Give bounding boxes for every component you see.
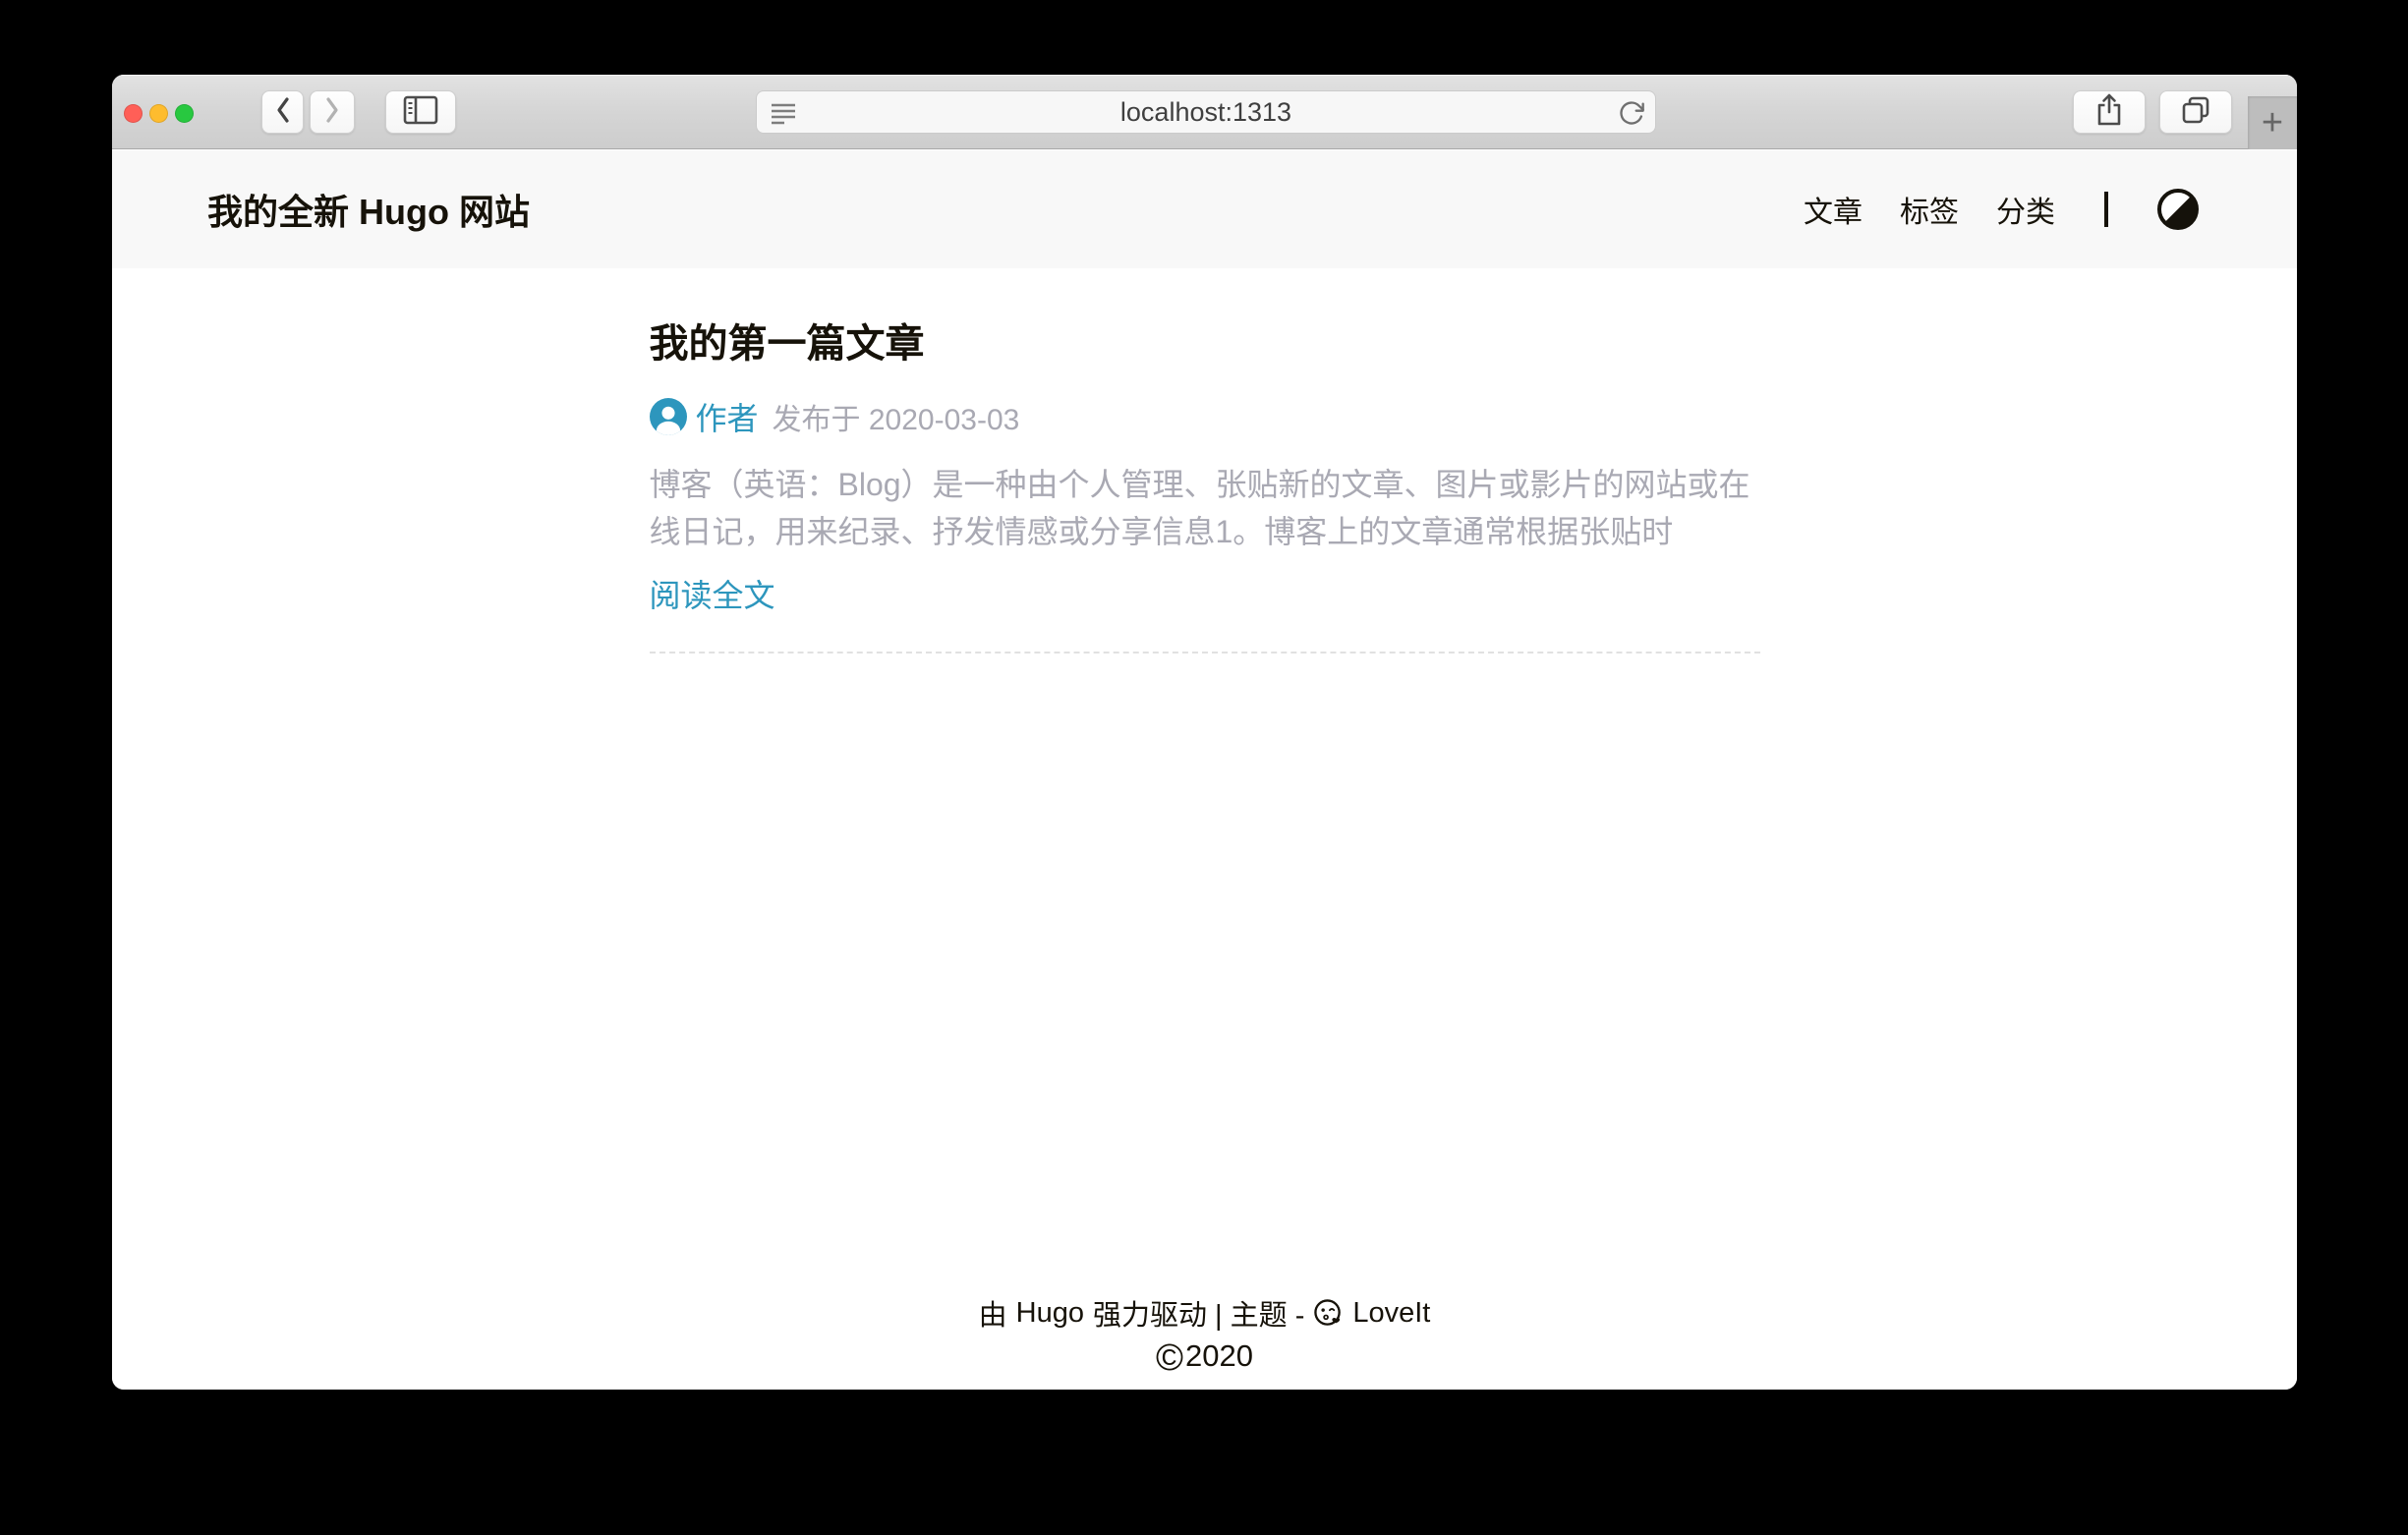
new-tab-button[interactable]: + [2248, 96, 2297, 149]
chevron-right-icon [321, 95, 343, 130]
footer-text-middle: 强力驱动 | 主题 - [1093, 1292, 1304, 1334]
browser-window: localhost:1313 [112, 75, 2297, 1390]
read-more-link[interactable]: 阅读全文 [650, 571, 775, 616]
forward-button[interactable] [310, 90, 355, 134]
address-bar[interactable]: localhost:1313 [756, 90, 1656, 134]
close-window-button[interactable] [124, 104, 143, 123]
minimize-window-button[interactable] [149, 104, 168, 123]
post-summary-card: 我的第一篇文章 [650, 312, 1760, 654]
post-divider [650, 652, 1760, 654]
post-meta: 作者 发布于 2020-03-03 [650, 394, 1760, 439]
plus-icon: + [2262, 102, 2283, 144]
main-content: 我的第一篇文章 [650, 268, 1760, 654]
chevron-left-icon [272, 95, 294, 130]
post-date: 发布于 2020-03-03 [773, 395, 1020, 438]
tabs-icon [2180, 94, 2211, 131]
footer-copyright-line: ©2020 [112, 1337, 2297, 1380]
reload-icon[interactable] [1618, 99, 1645, 127]
footer-text-prefix: 由 [979, 1292, 1007, 1334]
site-footer: 由 Hugo 强力驱动 | 主题 - LoveIt [112, 1292, 2297, 1380]
post-author-link[interactable]: 作者 [650, 394, 759, 439]
nav-item-categories[interactable]: 分类 [1996, 188, 2055, 231]
url-text: localhost:1313 [757, 97, 1655, 128]
browser-toolbar: localhost:1313 [112, 75, 2297, 149]
post-summary-text: 博客（英语：Blog）是一种由个人管理、张贴新的文章、图片或影片的网站或在线日记… [650, 461, 1760, 555]
tab-overview-button[interactable] [2159, 90, 2232, 134]
footer-powered-line: 由 Hugo 强力驱动 | 主题 - LoveIt [979, 1292, 1431, 1334]
copyright-year: 2020 [1185, 1338, 1253, 1373]
site-header: 我的全新 Hugo 网站 文章 标签 分类 [112, 150, 2297, 268]
back-button[interactable] [261, 90, 304, 134]
sidebar-toggle-button[interactable] [385, 90, 456, 134]
hugo-link[interactable]: Hugo [1016, 1297, 1084, 1330]
share-icon [2095, 93, 2123, 132]
sidebar-icon [403, 95, 438, 130]
nav-item-tags[interactable]: 标签 [1900, 188, 1959, 231]
user-circle-icon [650, 398, 687, 435]
web-page: 我的全新 Hugo 网站 文章 标签 分类 我的第一篇文章 [112, 150, 2297, 1390]
share-button[interactable] [2073, 90, 2146, 134]
zoom-window-button[interactable] [175, 104, 194, 123]
site-title-link[interactable]: 我的全新 Hugo 网站 [207, 184, 530, 235]
nav-item-posts[interactable]: 文章 [1804, 188, 1863, 231]
loveit-link[interactable]: LoveIt [1352, 1297, 1430, 1330]
site-nav: 文章 标签 分类 [1804, 188, 2199, 231]
screenshot-background: localhost:1313 [0, 0, 2408, 1535]
kiss-face-icon [1313, 1298, 1344, 1329]
post-title-link[interactable]: 我的第一篇文章 [650, 312, 1760, 369]
post-author-name: 作者 [696, 394, 759, 439]
copyright-symbol: © [1156, 1337, 1183, 1379]
nav-divider [2104, 192, 2108, 227]
theme-toggle-icon[interactable] [2157, 189, 2199, 230]
